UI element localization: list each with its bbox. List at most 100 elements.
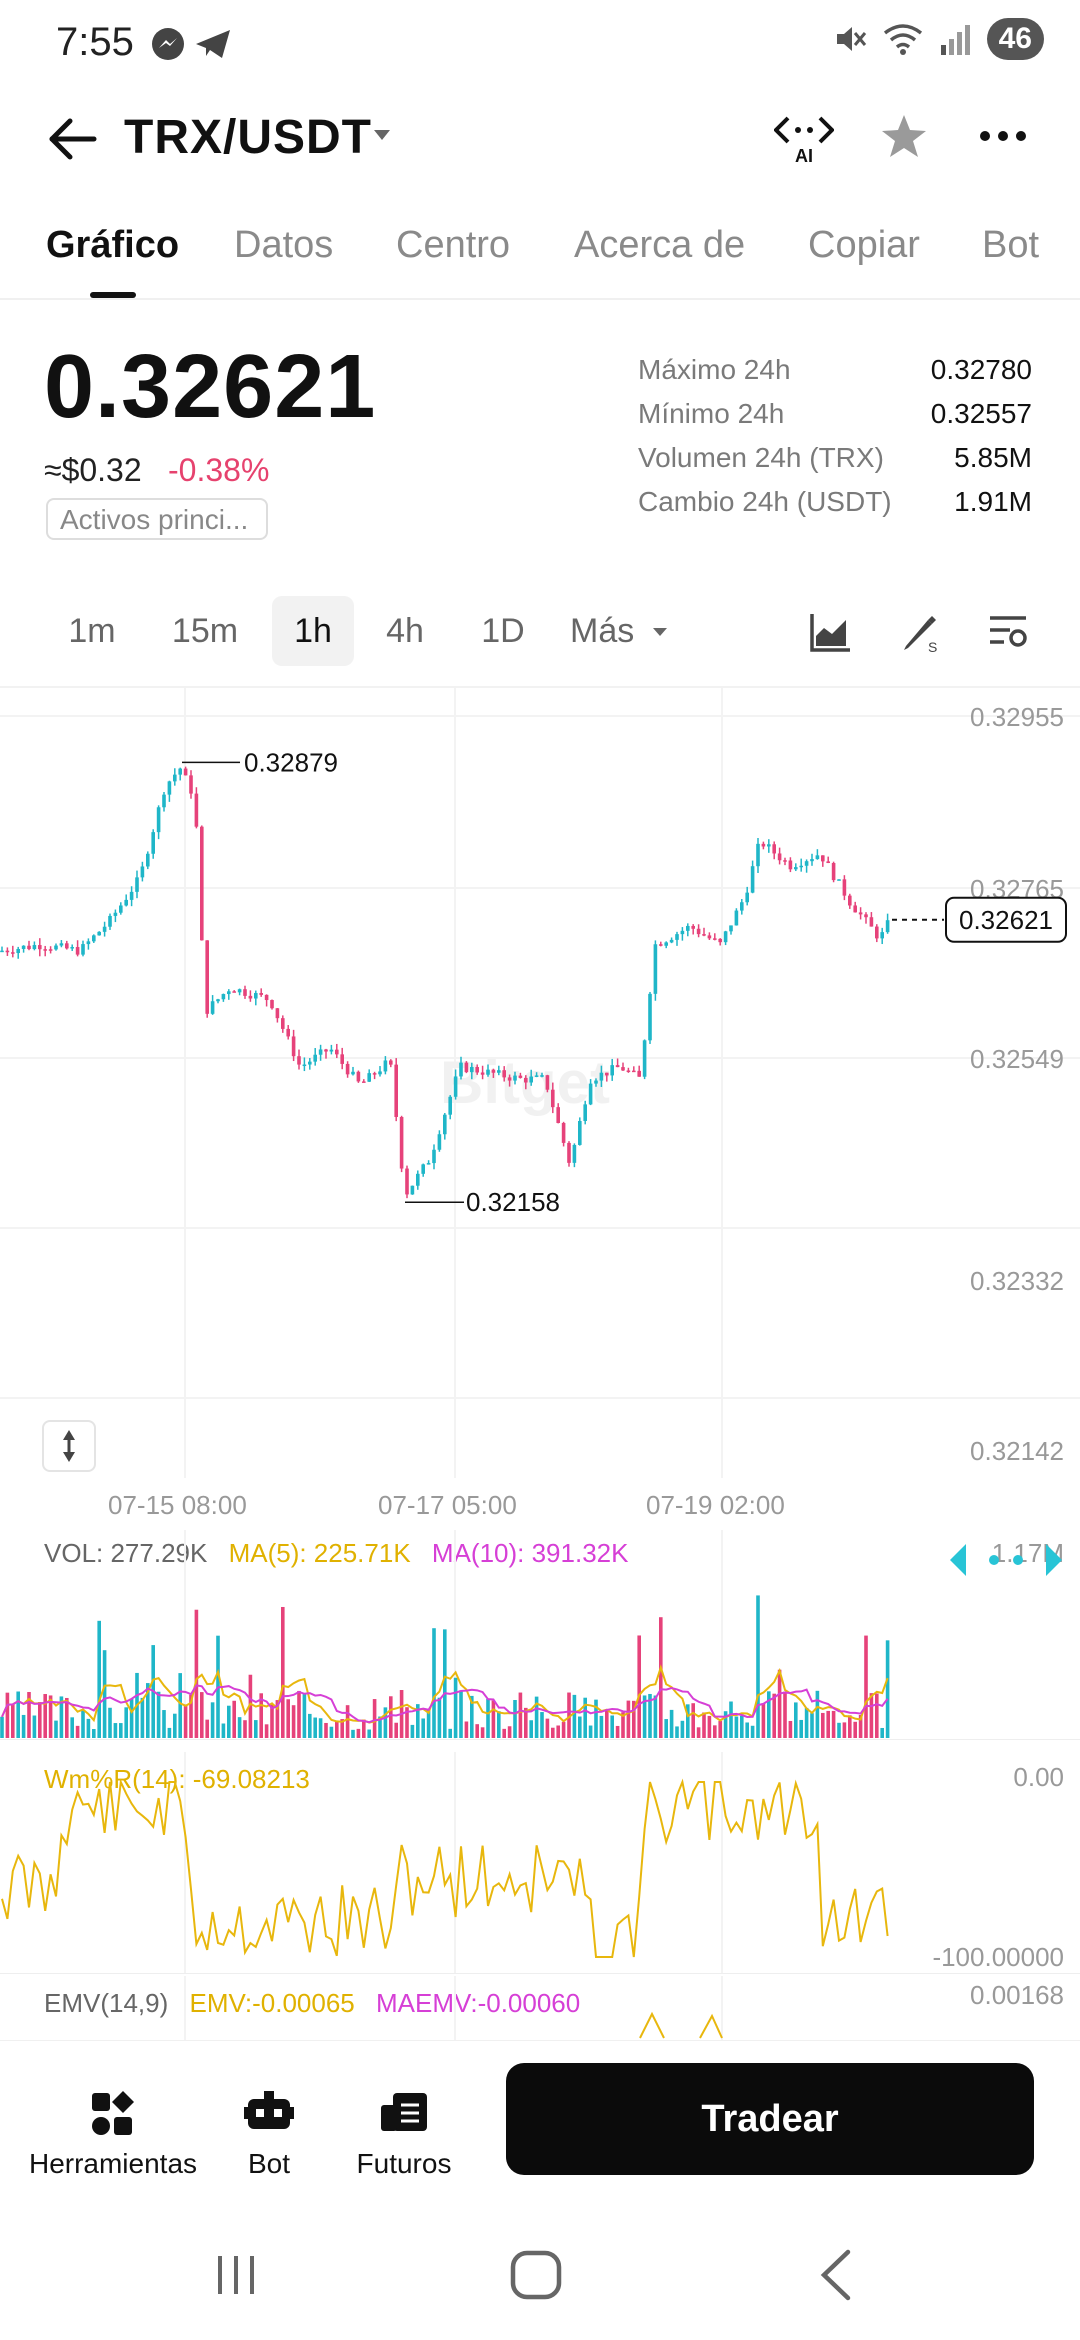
caret-down-icon[interactable]: [372, 128, 392, 142]
price-axis-label: 0.32955: [970, 702, 1064, 732]
recent-apps-icon[interactable]: [212, 2250, 260, 2300]
candle-body: [324, 1049, 328, 1052]
futures-button[interactable]: Futuros: [356, 2091, 452, 2180]
candle-body: [156, 807, 161, 833]
trade-button[interactable]: Tradear: [506, 2063, 1034, 2175]
candle-body: [659, 944, 663, 946]
volume-bar: [329, 1726, 334, 1738]
volume-bar: [227, 1705, 231, 1738]
volume-bar: [848, 1715, 852, 1738]
candle-body: [140, 866, 145, 878]
volume-bar: [777, 1669, 782, 1738]
volume-bar: [750, 1725, 755, 1738]
candle-body: [399, 1116, 404, 1169]
tab-copiar[interactable]: Copiar: [808, 224, 920, 267]
volume-bar: [394, 1722, 398, 1738]
price-chart[interactable]: Bitget 0.32879 0.32158 0.32955 0.32765 0.3254…: [0, 686, 1080, 1486]
asset-tag[interactable]: Activos princi...: [46, 498, 268, 540]
candle-body: [16, 948, 20, 954]
favorite-star-icon[interactable]: [880, 112, 928, 160]
candle-body: [11, 952, 15, 954]
wr-axis-top: 0.00: [1013, 1762, 1064, 1792]
back-icon[interactable]: [816, 2248, 856, 2302]
candle-body: [297, 1056, 301, 1065]
candle-body: [97, 931, 101, 936]
tab-centro[interactable]: Centro: [396, 224, 510, 267]
candle-body: [416, 1173, 420, 1186]
volume-bar: [38, 1702, 42, 1738]
candle-body: [205, 940, 209, 1014]
home-icon[interactable]: [508, 2248, 564, 2302]
volume-bar: [491, 1700, 496, 1738]
caret-down-icon[interactable]: [652, 626, 668, 638]
candle-body: [502, 1070, 506, 1078]
volume-bar: [459, 1690, 463, 1738]
candle-body: [264, 994, 269, 1001]
volume-bar: [794, 1702, 798, 1738]
drawing-tools-icon[interactable]: S: [898, 610, 942, 654]
ai-assistant-icon[interactable]: AI: [774, 112, 834, 164]
volume-bar: [594, 1699, 598, 1738]
tab-bot[interactable]: Bot: [982, 224, 1039, 267]
volume-bar: [853, 1721, 857, 1738]
tab-datos[interactable]: Datos: [234, 224, 333, 267]
pair-title[interactable]: TRX/USDT: [124, 110, 372, 165]
candle-body: [270, 1000, 274, 1009]
interval-1h[interactable]: 1h: [272, 596, 354, 666]
bot-button[interactable]: Bot: [234, 2091, 304, 2180]
candle-body: [286, 1028, 290, 1037]
volume-bar: [383, 1707, 388, 1738]
volume-bar: [540, 1712, 544, 1738]
resize-handle[interactable]: [42, 1420, 96, 1472]
volume-bar: [831, 1710, 836, 1738]
candle-body: [345, 1063, 350, 1075]
candle-body: [335, 1049, 339, 1055]
volume-bar: [572, 1694, 577, 1738]
candle-body: [713, 938, 717, 940]
interval-1m[interactable]: 1m: [52, 596, 132, 666]
tab-acerca-de[interactable]: Acerca de: [574, 224, 745, 267]
volume-bar: [707, 1715, 712, 1738]
candle-body: [599, 1072, 604, 1081]
candle-body: [767, 844, 771, 847]
low-marker-label: 0.32158: [466, 1187, 560, 1217]
interval-more[interactable]: Más: [570, 596, 640, 666]
candlestick-chart[interactable]: Bitget0.328790.321580.329550.327650.3254…: [0, 688, 1080, 1488]
candle-body: [875, 926, 879, 939]
interval-1d[interactable]: 1D: [466, 596, 540, 666]
interval-4h[interactable]: 4h: [370, 596, 440, 666]
interval-15m[interactable]: 15m: [160, 596, 250, 666]
candle-body: [869, 917, 874, 927]
candle-body: [821, 855, 825, 862]
volume-bar: [740, 1715, 744, 1738]
emv-line: [639, 2011, 723, 2039]
price-axis-label: 0.32332: [970, 1266, 1064, 1296]
volume-bar: [664, 1719, 668, 1738]
tab-grafico[interactable]: Gráfico: [46, 224, 179, 267]
chart-type-icon[interactable]: [808, 610, 852, 654]
volume-bar: [804, 1707, 809, 1738]
volume-bar: [178, 1673, 182, 1738]
candle-body: [362, 1081, 366, 1083]
candle-body: [275, 1008, 280, 1019]
stats-24h: Máximo 24h 0.32780 Mínimo 24h 0.32557 Vo…: [638, 354, 1032, 530]
price-axis-label: 0.32142: [970, 1436, 1064, 1466]
x-axis-label: 07-15 08:00: [108, 1490, 247, 1520]
volume-bar: [875, 1693, 879, 1738]
candle-body: [421, 1164, 425, 1174]
candle-body: [848, 895, 852, 906]
chart-settings-icon[interactable]: [986, 610, 1030, 654]
candle-body: [356, 1071, 361, 1082]
more-options-icon[interactable]: [978, 124, 1028, 148]
candle-body: [372, 1073, 377, 1075]
tools-button[interactable]: Herramientas: [28, 2091, 198, 2180]
volume-bar: [264, 1724, 269, 1738]
volume-bar: [783, 1691, 787, 1738]
candle-body: [740, 902, 744, 911]
volume-bar: [345, 1705, 350, 1738]
current-price-label: 0.32621: [959, 905, 1053, 935]
volume-bar: [529, 1720, 533, 1738]
volume-bar: [448, 1728, 452, 1738]
price-change: -0.38%: [168, 452, 270, 488]
back-arrow-icon[interactable]: [44, 114, 100, 164]
